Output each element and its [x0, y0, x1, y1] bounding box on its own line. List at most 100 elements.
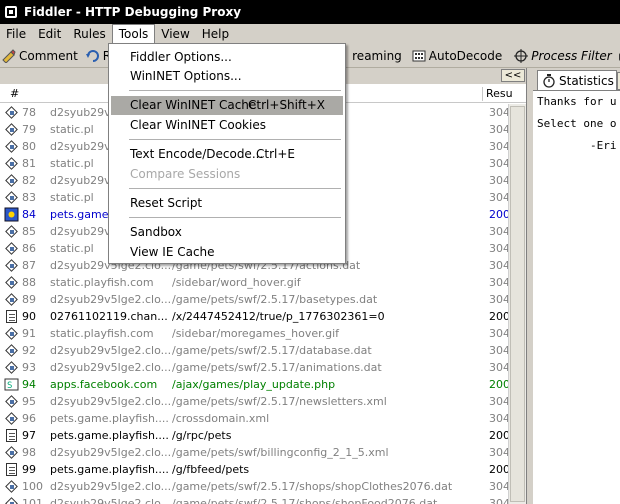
cached-response-icon — [4, 105, 19, 120]
html-page-icon — [4, 428, 19, 443]
cached-response-icon — [4, 156, 19, 171]
menu-item-compare-sessions: Compare Sessions — [111, 165, 343, 184]
session-url: /x/2447452412/true/p_1776302361=0 — [172, 310, 385, 323]
menu-item-view-ie-cache[interactable]: View IE Cache — [111, 243, 343, 262]
menu-item-label: Clear WinINET Cookies — [130, 118, 266, 132]
session-host: d2syub29v5lge2.clo... — [50, 480, 170, 493]
session-number: 82 — [22, 174, 36, 187]
column-header-result[interactable]: Resu — [486, 85, 513, 103]
menu-item-fiddler-options[interactable]: Fiddler Options... — [111, 48, 343, 67]
cached-response-icon — [4, 343, 19, 358]
menu-edit[interactable]: Edit — [32, 24, 67, 44]
session-number: 100 — [22, 480, 43, 493]
session-row[interactable]: S 94 apps.facebook.com/ajax/games/play_upd… — [0, 376, 508, 393]
session-url: /game/pets/swf/2.5.17/shops/shopFood2076… — [172, 497, 438, 504]
session-number: 78 — [22, 106, 36, 119]
session-number: 81 — [22, 157, 36, 170]
session-number: 90 — [22, 310, 36, 323]
session-url: /sidebar/word_hover.gif — [172, 276, 301, 289]
menu-item-sandbox[interactable]: Sandbox — [111, 223, 343, 242]
menu-item-label: Clear WinINET Cache — [130, 98, 257, 112]
session-result: 304 — [489, 412, 508, 425]
session-row[interactable]: 95 d2syub29v5lge2.clo.../game/pets/swf/2.… — [0, 393, 508, 410]
cached-response-icon — [4, 139, 19, 154]
cached-response-icon — [4, 479, 19, 494]
session-row[interactable]: 99 pets.game.playfish..../g/fbfeed/pets 20… — [0, 461, 508, 478]
session-number: 99 — [22, 463, 36, 476]
cached-response-icon — [4, 445, 19, 460]
menu-rules[interactable]: Rules — [67, 24, 111, 44]
fiddler-app-icon — [4, 5, 18, 19]
session-row[interactable]: 101 d2syub29v5lge2.clo.../game/pets/swf/2… — [0, 495, 508, 504]
session-number: 96 — [22, 412, 36, 425]
menu-item-label: Fiddler Options... — [130, 50, 232, 64]
session-row[interactable]: 89 d2syub29v5lge2.clo.../game/pets/swf/2.… — [0, 291, 508, 308]
replay-icon — [85, 49, 100, 63]
session-result: 304 — [489, 157, 508, 170]
comment-button[interactable]: Comment — [2, 45, 78, 67]
session-host: d2syub29v5lge2.clo... — [50, 497, 170, 504]
menu-view[interactable]: View — [155, 24, 195, 44]
flash-object-icon — [4, 207, 19, 222]
vertical-scrollbar[interactable] — [508, 104, 526, 504]
crosshair-icon — [514, 48, 529, 63]
streaming-button[interactable]: reaming — [352, 45, 402, 67]
session-row[interactable]: 93 d2syub29v5lge2.clo.../game/pets/swf/2.… — [0, 359, 508, 376]
session-number: 84 — [22, 208, 36, 221]
menu-item-shortcut: Ctrl+Shift+X — [248, 98, 325, 112]
session-number: 98 — [22, 446, 36, 459]
menu-file[interactable]: File — [0, 24, 32, 44]
menu-item-label: WinINET Options... — [130, 69, 242, 83]
menu-tools[interactable]: Tools — [111, 24, 156, 44]
session-row[interactable]: 98 d2syub29v5lge2.clo.../game/pets/swf/bi… — [0, 444, 508, 461]
session-result: 304 — [489, 446, 508, 459]
session-host: d2syub29v5lge2.clo... — [50, 361, 170, 374]
column-separator[interactable] — [482, 87, 483, 101]
menu-separator — [129, 188, 341, 189]
tab-statistics-label: Statistics — [559, 73, 614, 88]
session-row[interactable]: 92 d2syub29v5lge2.clo.../game/pets/swf/2.… — [0, 342, 508, 359]
session-number: 87 — [22, 259, 36, 272]
menu-item-reset-script[interactable]: Reset Script — [111, 194, 343, 213]
session-row[interactable]: 91 static.playfish.com/sidebar/moregames_… — [0, 325, 508, 342]
inspector-pane: Statistics Thanks for u Select one o -Er… — [533, 68, 620, 504]
session-result: 304 — [489, 123, 508, 136]
session-host: pets.game.playfish.... — [50, 412, 169, 425]
cached-response-icon — [4, 360, 19, 375]
session-number: 91 — [22, 327, 36, 340]
statistics-text: Thanks for u Select one o -Eri — [533, 90, 620, 504]
comment-icon — [2, 48, 16, 64]
scrollbar-thumb[interactable] — [510, 106, 525, 502]
menu-item-clear-wininet-cache[interactable]: Clear WinINET Cache Ctrl+Shift+X — [111, 96, 343, 115]
session-url: /ajax/games/play_update.php — [172, 378, 336, 391]
column-header-num[interactable]: # — [10, 85, 19, 103]
autodecode-icon — [412, 49, 426, 63]
cached-response-icon — [4, 394, 19, 409]
session-url: /g/rpc/pets — [172, 429, 232, 442]
session-host: static.playfish.com — [50, 276, 154, 289]
svg-text:S: S — [7, 381, 12, 391]
process-filter-button[interactable]: Process Filter — [514, 45, 612, 67]
session-row[interactable]: 96 pets.game.playfish..../crossdomain.xml… — [0, 410, 508, 427]
menu-item-clear-wininet-cookies[interactable]: Clear WinINET Cookies — [111, 116, 343, 135]
session-row[interactable]: 90 02761102119.chan... /x/2447452412/true/… — [0, 308, 508, 325]
session-host: d2syub29v5lge2.clo... — [50, 293, 170, 306]
cached-response-icon — [4, 241, 19, 256]
menu-item-text-encode-decode[interactable]: Text Encode/Decode... Ctrl+E — [111, 145, 343, 164]
cached-response-icon — [4, 258, 19, 273]
collapse-button[interactable]: << — [501, 69, 525, 82]
session-url: /game/pets/swf/2.5.17/newsletters.xml — [172, 395, 387, 408]
session-result: 304 — [489, 242, 508, 255]
session-row[interactable]: 97 pets.game.playfish..../g/rpc/pets 200 — [0, 427, 508, 444]
menu-help[interactable]: Help — [196, 24, 235, 44]
session-number: 93 — [22, 361, 36, 374]
title-bar: Fiddler - HTTP Debugging Proxy — [0, 0, 620, 24]
menu-item-wininet-options[interactable]: WinINET Options... — [111, 67, 343, 86]
session-url: /game/pets/swf/2.5.17/animations.dat — [172, 361, 382, 374]
session-row[interactable]: 100 d2syub29v5lge2.clo.../game/pets/swf/2… — [0, 478, 508, 495]
autodecode-button[interactable]: AutoDecode — [412, 45, 502, 67]
session-number: 97 — [22, 429, 36, 442]
session-row[interactable]: 88 static.playfish.com/sidebar/word_hover… — [0, 274, 508, 291]
tab-statistics[interactable]: Statistics — [537, 70, 617, 90]
menu-item-label: View IE Cache — [130, 245, 215, 259]
